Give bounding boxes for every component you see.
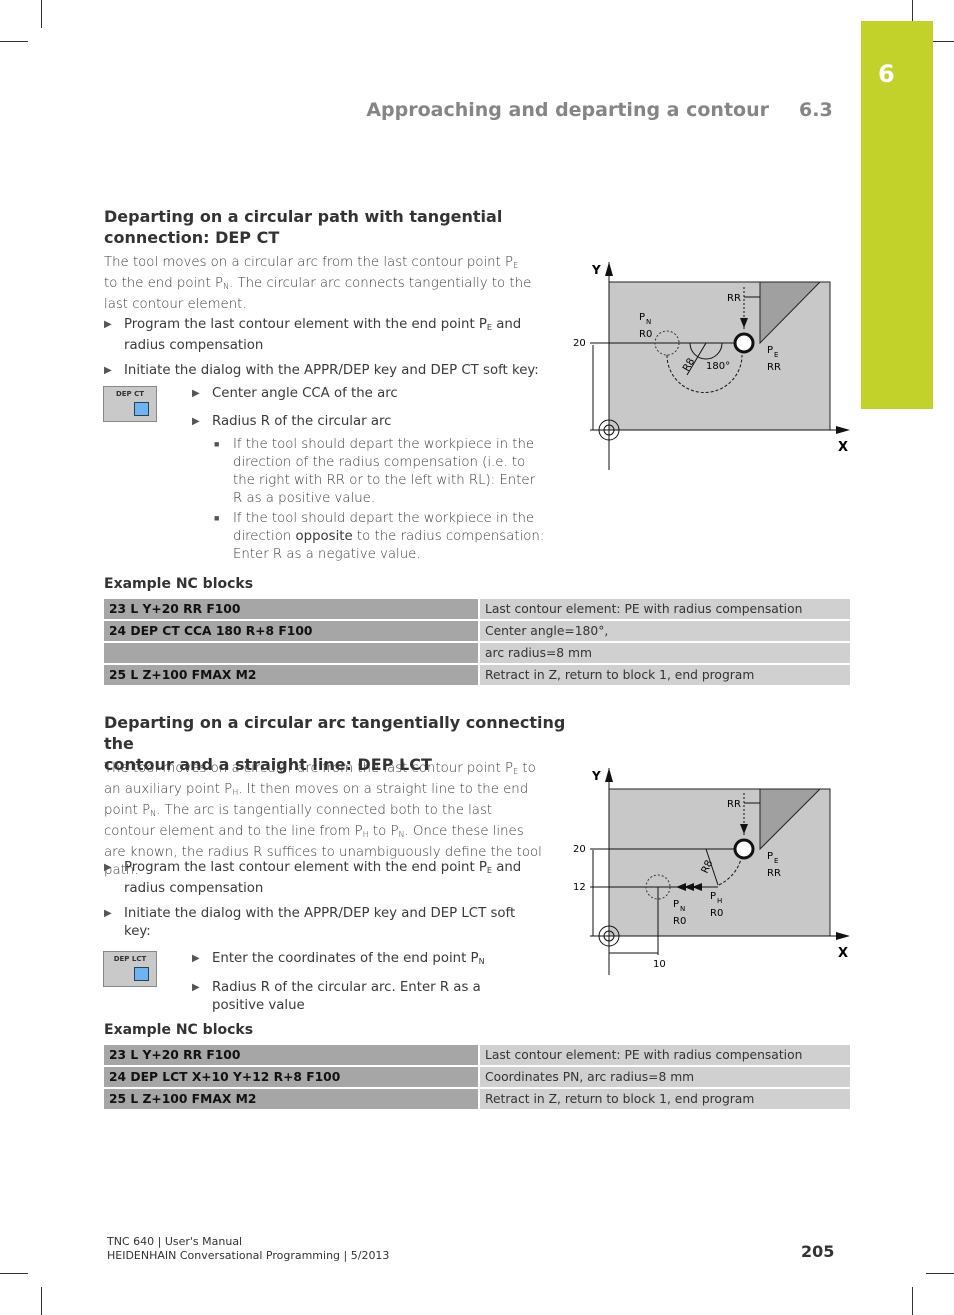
svg-text:10: 10 bbox=[653, 959, 666, 970]
manual-page: 6 Approaching and departing a contour 6.… bbox=[0, 0, 954, 1315]
table-row: 25 L Z+100 FMAX M2 Retract in Z, return t… bbox=[104, 1089, 850, 1109]
crop-mark bbox=[912, 1287, 913, 1315]
svg-text:R0: R0 bbox=[710, 908, 723, 919]
svg-text:Y: Y bbox=[591, 769, 601, 783]
table-row: 23 L Y+20 RR F100 Last contour element: P… bbox=[104, 1045, 850, 1065]
milling-tool-icon bbox=[733, 838, 755, 860]
svg-text:E: E bbox=[774, 857, 778, 865]
svg-text:R0: R0 bbox=[673, 916, 686, 927]
page-number: 205 bbox=[801, 1242, 835, 1261]
svg-text:X: X bbox=[838, 946, 848, 961]
example-heading: Example NC blocks bbox=[104, 1022, 254, 1038]
svg-text:20: 20 bbox=[573, 844, 586, 855]
crop-mark bbox=[0, 1273, 28, 1274]
svg-text:RR: RR bbox=[767, 868, 781, 879]
crop-mark bbox=[926, 1273, 954, 1274]
svg-text:N: N bbox=[680, 905, 685, 913]
footer-line: TNC 640 | User's Manual bbox=[107, 1235, 243, 1248]
svg-text:12: 12 bbox=[573, 882, 586, 893]
footer-line: HEIDENHAIN Conversational Programming | … bbox=[107, 1249, 390, 1262]
dep-lct-diagram: 20 12 10 Y X RR R8 PE RR PN R0 PH R0 bbox=[573, 768, 850, 975]
svg-text:P: P bbox=[710, 891, 716, 902]
svg-text:H: H bbox=[717, 897, 722, 905]
crop-mark bbox=[41, 1287, 42, 1315]
svg-text:P: P bbox=[673, 899, 679, 910]
svg-text:RR: RR bbox=[727, 799, 741, 810]
svg-text:P: P bbox=[767, 851, 773, 862]
nc-blocks-table: 23 L Y+20 RR F100 Last contour element: P… bbox=[104, 1043, 850, 1111]
table-row: 24 DEP LCT X+10 Y+12 R+8 F100 Coordinates… bbox=[104, 1067, 850, 1087]
